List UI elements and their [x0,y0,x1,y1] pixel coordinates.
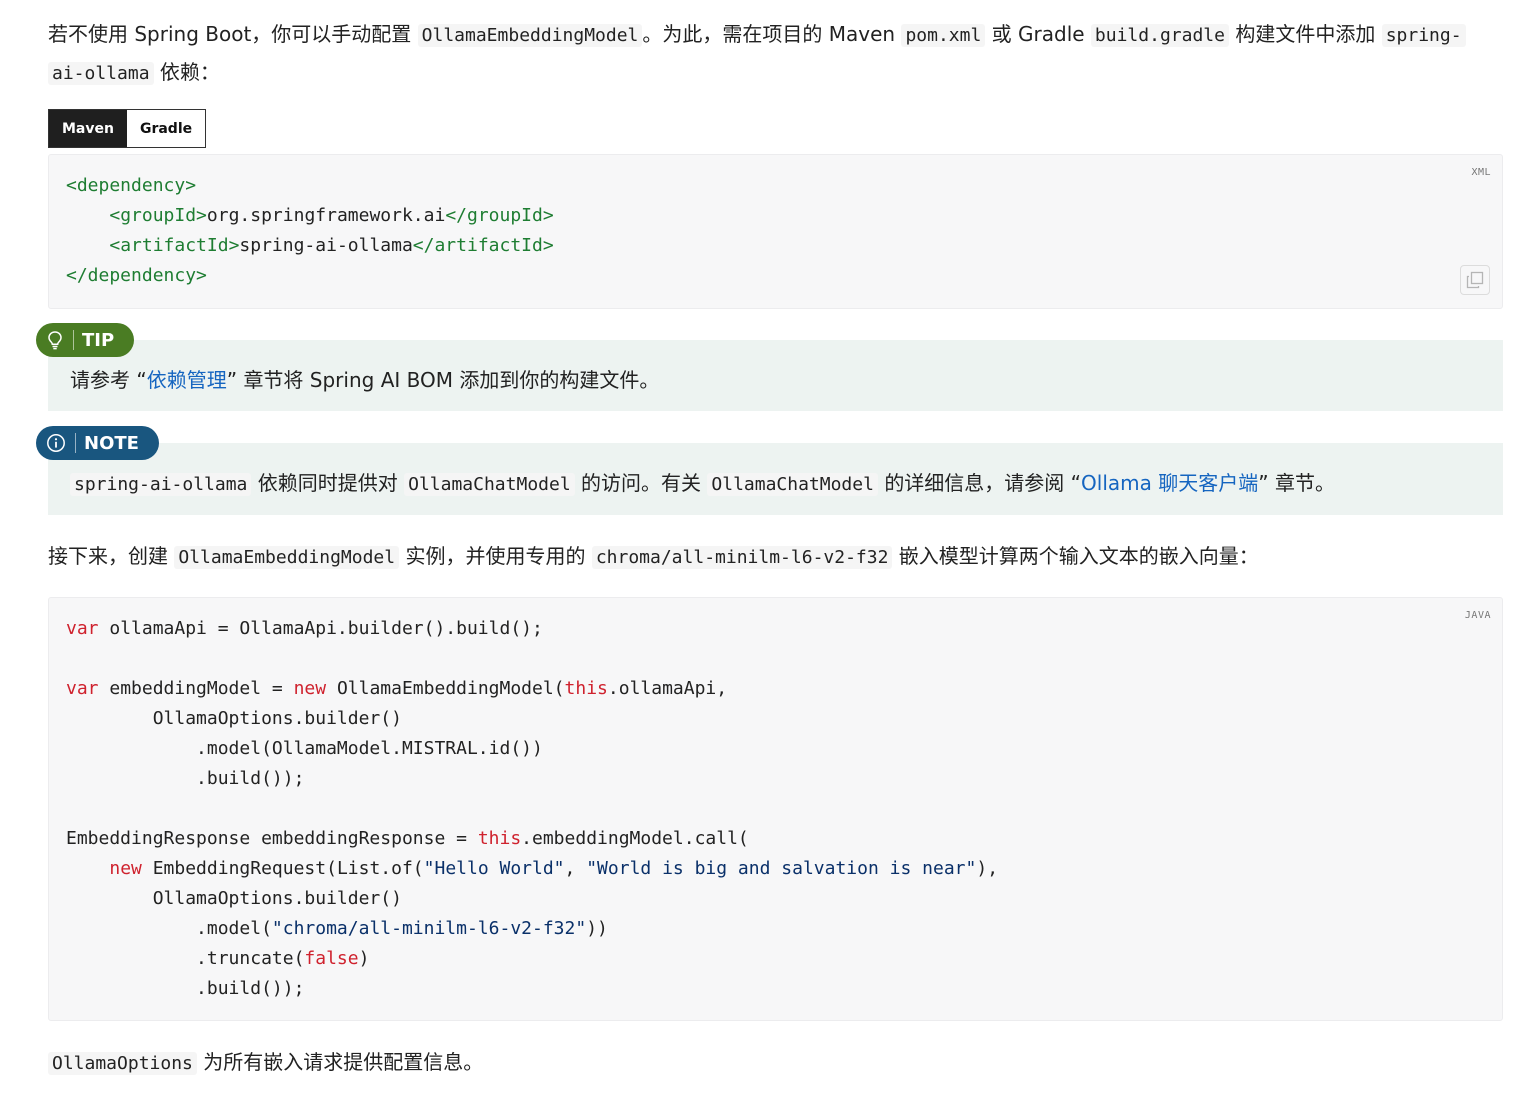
note-admonition: NOTE spring-ai-ollama 依赖同时提供对 OllamaChat… [36,426,1503,515]
intro-paragraph: 若不使用 Spring Boot，你可以手动配置 OllamaEmbedding… [48,16,1503,92]
tip-text: 请参考 “依赖管理” 章节将 Spring AI BOM 添加到你的构建文件。 [70,368,660,392]
next-paragraph: 接下来，创建 OllamaEmbeddingModel 实例，并使用专用的 ch… [48,544,1259,569]
intro-text-2: 。为此，需在项目的 Maven [642,22,896,46]
intro-text-1: 若不使用 Spring Boot，你可以手动配置 [48,22,412,46]
xml-code-block: XML <dependency> <groupId>org.springfram… [48,154,1503,309]
inline-code-embedding-model-2: OllamaEmbeddingModel [174,546,400,569]
tip-link-dependency-management[interactable]: 依赖管理 [147,368,227,392]
tab-maven[interactable]: Maven [49,110,127,147]
inline-code-embedding-model: OllamaEmbeddingModel [417,24,643,47]
inline-code-spring-ai-ollama: spring-ai-ollama [70,473,252,496]
copy-button[interactable] [1460,265,1490,295]
intro-text-5: 依赖： [159,60,220,84]
intro-text-4: 构建文件中添加 [1235,22,1376,46]
java-code-block: JAVA var ollamaApi = OllamaApi.builder()… [48,597,1503,1021]
doc-page: 若不使用 Spring Boot，你可以手动配置 OllamaEmbedding… [0,0,1536,1099]
tab-gradle[interactable]: Gradle [126,110,206,147]
note-label: NOTE [84,432,139,454]
note-text: spring-ai-ollama 依赖同时提供对 OllamaChatModel… [70,465,1335,503]
code-lang-label: XML [1471,167,1491,178]
inline-code-ollama-options: OllamaOptions [48,1052,197,1075]
inline-code-spring-ai-ollama-b: ai-ollama [48,62,154,85]
tip-label: TIP [82,329,115,351]
inline-code-spring-ai-ollama-a: spring- [1381,24,1466,47]
footer-paragraph: OllamaOptions 为所有嵌入请求提供配置信息。 [48,1044,1503,1082]
note-badge: NOTE [36,426,159,460]
lightbulb-icon [48,331,62,350]
info-circle-icon [47,434,65,452]
inline-code-chat-model-1: OllamaChatModel [404,473,575,496]
java-code: var ollamaApi = OllamaApi.builder().buil… [66,618,999,999]
inline-code-build-gradle: build.gradle [1090,24,1229,47]
tip-admonition: TIP 请参考 “依赖管理” 章节将 Spring AI BOM 添加到你的构建… [36,323,1503,411]
inline-code-chat-model-2: OllamaChatModel [707,473,878,496]
note-link-ollama-chat-client[interactable]: Ollama 聊天客户端 [1081,471,1258,495]
xml-code: <dependency> <groupId>org.springframewor… [66,175,554,286]
code-lang-label: JAVA [1464,610,1491,621]
tip-badge: TIP [36,323,135,357]
intro-text-3: 或 Gradle [991,22,1085,46]
build-tool-tabs: Maven Gradle [48,109,207,148]
copy-icon [1466,271,1484,289]
inline-code-pom: pom.xml [901,24,986,47]
inline-code-chroma-model: chroma/all-minilm-l6-v2-f32 [591,546,893,569]
